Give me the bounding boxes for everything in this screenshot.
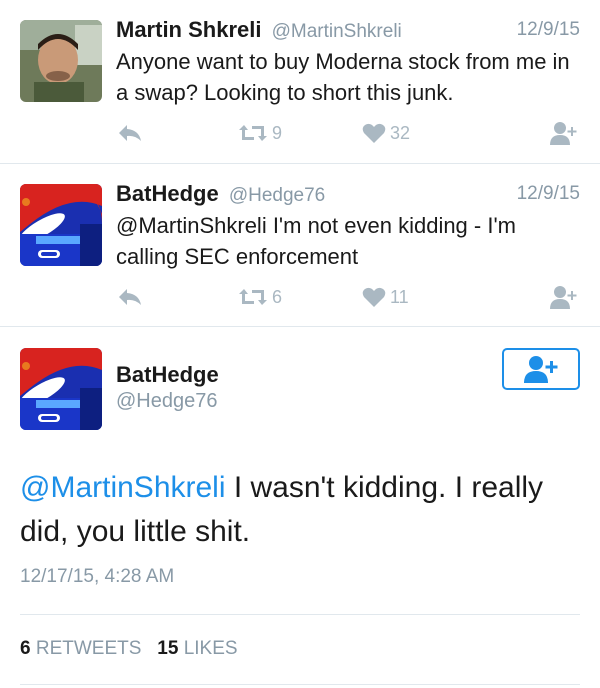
follow-user-icon — [524, 356, 558, 383]
divider — [20, 614, 580, 615]
like-total: 15 — [157, 638, 179, 659]
reply-icon — [119, 289, 141, 305]
follow-button[interactable] — [549, 282, 579, 312]
retweets-stat[interactable]: 6 RETWEETS — [20, 638, 141, 659]
main-tweet-text: @MartinShkreli I wasn't kidding. I reall… — [20, 466, 570, 554]
reply-button[interactable] — [117, 118, 143, 148]
likes-label: LIKES — [183, 638, 238, 659]
main-author-name[interactable]: BatHedge — [116, 362, 219, 388]
like-button[interactable]: 32 — [362, 118, 410, 148]
author-name[interactable]: Martin Shkreli — [116, 17, 261, 42]
retweet-count: 6 — [272, 286, 283, 307]
like-count: 32 — [390, 122, 411, 143]
tweet-1[interactable]: Martin Shkreli @MartinShkreli 12/9/15 An… — [0, 0, 600, 162]
follow-user-icon — [550, 122, 577, 145]
author-name[interactable]: BatHedge — [116, 181, 219, 206]
heart-icon — [362, 287, 386, 307]
like-count: 11 — [390, 286, 409, 307]
tweet-text: @MartinShkreli I'm not even kidding - I'… — [116, 213, 516, 269]
avatar-martin-shkreli[interactable] — [20, 20, 102, 102]
retweet-button[interactable]: 9 — [238, 118, 282, 148]
tweet-actions: 9 32 — [0, 118, 600, 148]
tweet-header: BatHedge @Hedge76 12/9/15 — [116, 180, 580, 210]
retweet-total: 6 — [20, 638, 31, 659]
retweet-icon — [239, 125, 267, 141]
like-button[interactable]: 11 — [362, 282, 409, 312]
tweet-date[interactable]: 12/9/15 — [517, 180, 580, 208]
avatar-bathedge-main[interactable] — [20, 348, 102, 430]
reply-button[interactable] — [117, 282, 143, 312]
author-handle[interactable]: @Hedge76 — [229, 185, 325, 206]
divider — [0, 326, 600, 327]
main-tweet-timestamp[interactable]: 12/17/15, 4:28 AM — [20, 566, 174, 588]
main-author-handle[interactable]: @Hedge76 — [116, 390, 217, 413]
mention-link[interactable]: @MartinShkreli — [20, 471, 226, 504]
divider — [20, 684, 580, 685]
retweets-label: RETWEETS — [35, 638, 142, 659]
tweet-header: Martin Shkreli @MartinShkreli 12/9/15 — [116, 16, 580, 46]
avatar-bathedge[interactable] — [20, 184, 102, 266]
heart-icon — [362, 123, 386, 143]
retweet-count: 9 — [272, 122, 283, 143]
tweet-stats: 6 RETWEETS 15 LIKES — [20, 638, 238, 660]
tweet-text: Anyone want to buy Moderna stock from me… — [116, 49, 570, 105]
retweet-icon — [239, 289, 267, 305]
tweet-actions: 6 11 — [0, 282, 600, 312]
retweet-button[interactable]: 6 — [238, 282, 282, 312]
reply-icon — [119, 125, 141, 141]
likes-stat[interactable]: 15 LIKES — [157, 638, 237, 659]
tweet-date[interactable]: 12/9/15 — [517, 16, 580, 44]
author-handle[interactable]: @MartinShkreli — [272, 21, 402, 42]
tweet-2[interactable]: BatHedge @Hedge76 12/9/15 @MartinShkreli… — [0, 164, 600, 326]
follow-button[interactable] — [549, 118, 579, 148]
follow-button-main[interactable] — [502, 348, 580, 390]
follow-user-icon — [550, 286, 577, 309]
